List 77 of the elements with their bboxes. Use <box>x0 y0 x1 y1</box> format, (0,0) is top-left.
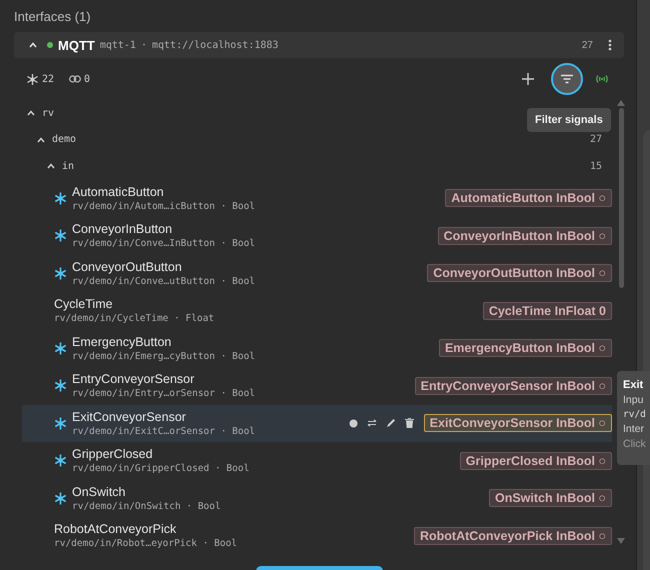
node-count: 27 <box>590 134 602 146</box>
tooltip: Filter signals <box>527 108 611 132</box>
signal-chip[interactable]: RobotAtConveyorPick InBool ○ <box>414 526 612 545</box>
separator: · <box>140 40 147 50</box>
tooltip-title: Exit <box>623 379 644 391</box>
interface-id: mqtt-1 <box>100 40 136 50</box>
signal-row[interactable]: EntryConveyorSensor rv/demo/in/Entry…orSensor · Bool EntryConveyorSensor InBool ○ <box>14 367 612 404</box>
interface-header[interactable]: MQTT mqtt-1 · mqtt://localhost:1883 27 <box>14 32 624 58</box>
tooltip-line: Inter <box>623 423 646 435</box>
signal-row[interactable]: CycleTime rv/demo/in/CycleTime · Float CycleTime InFloat 0 <box>14 292 612 330</box>
signal-path: rv/demo/in/Entry…orSensor · Bool <box>72 388 256 400</box>
link-icon <box>69 75 82 83</box>
network-icon <box>26 72 39 86</box>
signal-path: rv/demo/in/Emerg…cyButton · Bool <box>72 350 256 362</box>
signal-row[interactable]: RobotAtConveyorPick rv/demo/in/Robot…eyorPick · Bool RobotAtConveyorPick InBool ○ <box>14 517 612 554</box>
broadcast-icon[interactable] <box>594 74 610 84</box>
signal-row[interactable]: AutomaticButton rv/demo/in/Autom…icButton · Bool AutomaticButton InBool ○ <box>14 180 612 217</box>
signal-row[interactable]: ConveyorInButton rv/demo/in/Conve…InButton · Bool ConveyorInButton InBool ○ <box>14 217 612 254</box>
signal-chip[interactable]: AutomaticButton InBool ○ <box>445 189 612 208</box>
caret-icon[interactable] <box>36 134 46 145</box>
signal-name: ConveyorInButton <box>72 222 174 236</box>
signal-path: rv/demo/in/Autom…icButton · Bool <box>72 200 256 212</box>
signal-path: rv/demo/in/CycleTime · Float <box>54 313 214 324</box>
tooltip-line: Inpu <box>623 394 644 406</box>
signal-count: 27 <box>582 40 593 50</box>
filter-icon <box>560 74 574 84</box>
scroll-up-icon[interactable] <box>617 100 625 106</box>
signal-path: rv/demo/in/OnSwitch · Bool <box>72 500 221 512</box>
caret-icon[interactable] <box>46 161 56 172</box>
filter-button[interactable] <box>551 63 583 95</box>
signal-chip[interactable]: ConveyorInButton InBool ○ <box>438 226 612 245</box>
edit-icon[interactable] <box>386 418 396 428</box>
tooltip-line: Click <box>623 438 647 450</box>
tree-node[interactable]: demo <box>52 134 76 146</box>
tooltip-line: rv/d <box>623 409 647 420</box>
signal-chip[interactable]: ExitConveyorSensor InBool ○ <box>424 414 612 432</box>
signal-chip[interactable]: CycleTime InFloat 0 <box>482 302 612 320</box>
signal-name: GripperClosed <box>72 447 154 462</box>
signal-path: rv/demo/in/Conve…InButton · Bool <box>72 238 256 250</box>
signal-name: EntryConveyorSensor <box>72 372 196 386</box>
signal-chip[interactable]: EmergencyButton InBool ○ <box>438 339 612 358</box>
signal-total: 22 <box>42 74 54 84</box>
signal-chip[interactable]: EntryConveyorSensor InBool ○ <box>414 376 612 395</box>
interface-name: MQTT <box>58 38 95 52</box>
swap-icon[interactable] <box>366 419 377 428</box>
signal-row[interactable]: ExitConveyorSensor rv/demo/in/ExitC…orSensor · Bool ExitConveyorSensor InBool ○ <box>22 404 612 442</box>
caret-icon[interactable] <box>28 40 38 50</box>
panel-title: Interfaces (1) <box>14 8 92 26</box>
scroll-down-icon[interactable] <box>617 538 625 544</box>
signal-row[interactable]: GripperClosed rv/demo/in/GripperClosed · Bool GripperClosed InBool ○ <box>14 442 612 480</box>
signal-row[interactable]: ConveyorOutButton rv/demo/in/Conve…utButton · Bool ConveyorOutButton InBool ○ <box>14 254 612 292</box>
node-count: 15 <box>590 160 602 172</box>
signal-row[interactable]: OnSwitch rv/demo/in/OnSwitch · Bool OnSwitch InBool ○ <box>14 480 612 517</box>
signal-chip[interactable]: ConveyorOutButton InBool ○ <box>427 264 612 282</box>
tree-node[interactable]: in <box>62 160 74 172</box>
signal-chip[interactable]: GripperClosed InBool ○ <box>460 452 612 470</box>
signal-path: rv/demo/in/GripperClosed · Bool <box>72 463 250 474</box>
signal-chip[interactable]: OnSwitch InBool ○ <box>488 489 612 508</box>
link-total: 0 <box>84 74 90 84</box>
record-icon[interactable] <box>348 418 358 428</box>
interface-url: mqtt://localhost:1883 <box>152 40 278 50</box>
add-icon[interactable] <box>522 73 534 85</box>
caret-icon[interactable] <box>26 108 36 118</box>
signal-name: ExitConveyorSensor <box>72 410 187 424</box>
signal-path: rv/demo/in/Conve…utButton · Bool <box>72 276 256 287</box>
signal-name: EmergencyButton <box>72 334 172 349</box>
delete-icon[interactable] <box>404 418 414 428</box>
signal-name: OnSwitch <box>72 484 126 499</box>
signal-path: rv/demo/in/Robot…eyorPick · Bool <box>54 538 238 550</box>
more-icon[interactable] <box>608 39 612 51</box>
signal-path: rv/demo/in/ExitC…orSensor · Bool <box>72 426 256 437</box>
signal-name: RobotAtConveyorPick <box>54 522 178 536</box>
signal-name: AutomaticButton <box>72 184 165 199</box>
signal-name: ConveyorOutButton <box>72 260 183 274</box>
signal-row[interactable]: EmergencyButton rv/demo/in/Emerg…cyButton · Bool EmergencyButton InBool ○ <box>14 330 612 367</box>
tree-node[interactable]: rv <box>42 108 54 119</box>
signal-name: CycleTime <box>54 297 114 312</box>
